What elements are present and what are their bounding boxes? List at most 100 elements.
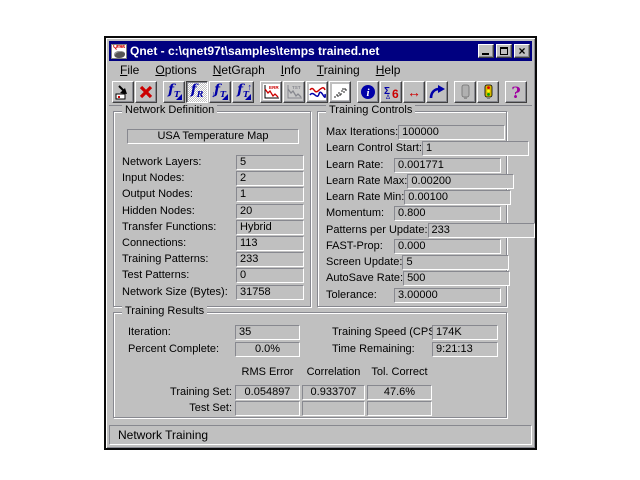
- test-plot-button[interactable]: TST: [283, 81, 305, 103]
- field-label: Screen Update:: [326, 255, 402, 270]
- toolbar-group-file: [112, 81, 157, 103]
- info-button[interactable]: i: [357, 81, 379, 103]
- down-arrow-icon: ↓: [211, 90, 216, 99]
- svg-text:Δ: Δ: [386, 95, 390, 100]
- open-net-button[interactable]: [112, 81, 134, 103]
- time-remaining-field: 9:21:13: [432, 342, 498, 357]
- train-up-button[interactable]: ↑ fT: [232, 81, 254, 103]
- field-label: Connections:: [122, 236, 236, 251]
- table-row: Hidden Nodes:20: [122, 204, 304, 220]
- table-row: Learn Rate Min:0.00100: [326, 190, 501, 206]
- train-function-button[interactable]: fT: [163, 81, 185, 103]
- table-row: Output Nodes:1: [122, 187, 304, 203]
- jump-button[interactable]: [426, 81, 448, 103]
- field-label: Input Nodes:: [122, 171, 236, 186]
- field-label: Learn Rate Min:: [326, 190, 404, 205]
- tolerance-field[interactable]: 3.00000: [394, 288, 501, 303]
- transfer-functions-field: Hybrid: [236, 220, 304, 235]
- training-set-correlation-cell: 0.933707: [302, 385, 365, 400]
- recall-function-button[interactable]: fR: [186, 81, 208, 103]
- table-row: Test Patterns:0: [122, 268, 304, 284]
- triangle-icon: [222, 94, 228, 100]
- training-set-label: Training Set:: [124, 385, 232, 400]
- learn-rate-field[interactable]: 0.001771: [394, 158, 501, 173]
- network-definition-group: Network Definition USA Temperature Map N…: [113, 111, 311, 307]
- stoplight-off-button[interactable]: [454, 81, 476, 103]
- network-layers-field: 5: [236, 155, 304, 170]
- menu-help[interactable]: Help: [368, 62, 409, 78]
- triangle-icon: [245, 94, 251, 100]
- help-button[interactable]: ?: [505, 81, 527, 103]
- test-set-label: Test Set:: [124, 401, 232, 416]
- window-title: Qnet - c:\qnet97t\samples\temps trained.…: [130, 44, 478, 58]
- table-row: Momentum:0.800: [326, 206, 501, 222]
- training-results-group: Training Results Iteration: 35 Training …: [113, 312, 507, 418]
- up-arrow-icon: ↑: [248, 83, 253, 92]
- menu-options[interactable]: Options: [147, 62, 204, 78]
- menu-bar: File Options NetGraph Info Training Help: [109, 61, 532, 79]
- scatter-plot-button[interactable]: [329, 81, 351, 103]
- table-row: Learn Rate Max:0.00200: [326, 174, 501, 190]
- table-row: Connections:113: [122, 236, 304, 252]
- close-net-button[interactable]: [135, 81, 157, 103]
- minimize-icon: [482, 53, 489, 55]
- table-row: Screen Update:5: [326, 255, 501, 271]
- train-down-button[interactable]: ↓ fT: [209, 81, 231, 103]
- titlebar[interactable]: Qnet Qnet - c:\qnet97t\samples\temps tra…: [109, 41, 532, 61]
- help-icon: ?: [511, 83, 520, 102]
- stoplight-button[interactable]: [477, 81, 499, 103]
- tol-correct-header: Tol. Correct: [367, 365, 432, 379]
- menu-netgraph[interactable]: NetGraph: [205, 62, 273, 78]
- maximize-button[interactable]: [496, 44, 512, 58]
- input-nodes-field: 2: [236, 171, 304, 186]
- max-iterations-field[interactable]: 100000: [398, 125, 505, 140]
- triangle-icon: [176, 94, 182, 100]
- output-nodes-field: 1: [236, 187, 304, 202]
- sigma-button[interactable]: Σ Δ 6: [380, 81, 402, 103]
- toolbar-group-train: fT fR ↓ fT ↑ fT: [163, 81, 254, 103]
- qnet-logo-icon: Qnet: [111, 44, 127, 59]
- table-row: Learn Rate:0.001771: [326, 158, 501, 174]
- close-button[interactable]: ×: [514, 44, 530, 58]
- training-controls-group: Training Controls Max Iterations:100000 …: [317, 111, 507, 307]
- range-button[interactable]: ↔: [403, 81, 425, 103]
- open-net-icon: [115, 84, 132, 100]
- net-name-field: USA Temperature Map: [127, 129, 299, 144]
- learn-control-start-field[interactable]: 1: [422, 141, 529, 156]
- learn-rate-min-field[interactable]: 0.00100: [404, 190, 511, 205]
- patterns-per-update-field[interactable]: 233: [428, 223, 535, 238]
- iteration-field: 35: [235, 325, 300, 340]
- table-row: Tolerance:3.00000: [326, 288, 501, 304]
- momentum-field[interactable]: 0.800: [394, 206, 501, 221]
- jump-icon: [428, 84, 446, 100]
- hidden-nodes-field: 20: [236, 204, 304, 219]
- trend-plot-button[interactable]: [306, 81, 328, 103]
- close-net-icon: [138, 84, 154, 100]
- stoplight-icon: [480, 84, 496, 100]
- minimize-button[interactable]: [478, 44, 494, 58]
- fast-prop-field[interactable]: 0.000: [394, 239, 501, 254]
- field-label: Test Patterns:: [122, 268, 236, 283]
- svg-text:ERR: ERR: [269, 85, 279, 90]
- menu-info[interactable]: Info: [273, 62, 309, 78]
- training-patterns-field: 233: [236, 252, 304, 267]
- field-label: Patterns per Update:: [326, 223, 428, 238]
- table-row: Transfer Functions:Hybrid: [122, 220, 304, 236]
- table-row: Learn Control Start:1: [326, 141, 501, 157]
- test-set-tol-cell: [367, 401, 432, 416]
- learn-rate-max-field[interactable]: 0.00200: [407, 174, 514, 189]
- error-plot-button[interactable]: ERR: [260, 81, 282, 103]
- screen-update-field[interactable]: 5: [402, 255, 509, 270]
- field-label: FAST-Prop:: [326, 239, 394, 254]
- field-label: Transfer Functions:: [122, 220, 236, 235]
- menu-training[interactable]: Training: [309, 62, 368, 78]
- client-area: Network Definition USA Temperature Map N…: [109, 105, 532, 423]
- training-speed-label: Training Speed (CPS):: [332, 325, 442, 340]
- scatter-plot-icon: [332, 84, 349, 100]
- desktop: Qnet Qnet - c:\qnet97t\samples\temps tra…: [0, 0, 640, 480]
- test-set-rms-cell: [235, 401, 300, 416]
- autosave-rate-field[interactable]: 500: [403, 271, 510, 286]
- test-set-correlation-cell: [302, 401, 365, 416]
- stoplight-off-icon: [457, 84, 473, 100]
- menu-file[interactable]: File: [112, 62, 147, 78]
